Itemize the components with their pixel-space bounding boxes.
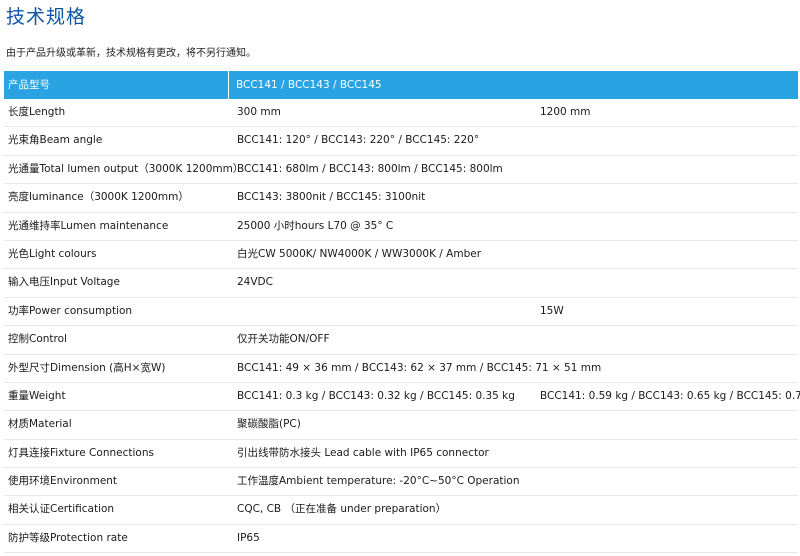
table-row: 控制Control 仅开关功能ON/OFF bbox=[4, 326, 798, 355]
table-row: 输入电压Input Voltage 24VDC bbox=[4, 269, 798, 298]
table-row: 重量Weight BCC141: 0.3 kg / BCC143: 0.32 kg… bbox=[4, 383, 800, 412]
table-header-row: 产品型号 BCC141 / BCC143 / BCC145 bbox=[4, 71, 798, 99]
spec-value: 25000 小时hours L70 @ 35° C bbox=[237, 219, 394, 232]
spec-value-long: 15W bbox=[540, 304, 564, 317]
spec-label: 材质Material bbox=[8, 418, 72, 431]
table-row: 功率Power consumption 15W bbox=[4, 298, 798, 327]
table-row: 相关认证Certification CQC, CB （正在准备 under pre… bbox=[4, 496, 798, 525]
table-row: 材质Material 聚碳酸脂(PC) bbox=[4, 411, 798, 440]
spec-table: 产品型号 BCC141 / BCC143 / BCC145 长度Length 30… bbox=[4, 71, 800, 554]
spec-value: 聚碳酸脂(PC) bbox=[237, 418, 301, 431]
table-row: 光通量Total lumen output（3000K 1200mm） BCC14… bbox=[4, 156, 798, 185]
table-row: 光束角Beam angle BCC141: 120° / BCC143: 220°… bbox=[4, 127, 798, 156]
table-body: 长度Length 300 mm 1200 mm 光束角Beam angle BCC141… bbox=[4, 99, 800, 554]
spec-label: 防护等级Protection rate bbox=[8, 531, 128, 544]
spec-value: 引出线带防水接头 Lead cable with IP65 connector bbox=[237, 446, 489, 459]
page-title: 技术规格 bbox=[6, 6, 87, 28]
spec-change-notice: 由于产品升级或革新，技术规格有更改，将不另行通知。 bbox=[6, 48, 256, 59]
spec-label: 控制Control bbox=[8, 333, 67, 346]
spec-value-long: BCC141: 0.59 kg / BCC143: 0.65 kg / BCC1… bbox=[540, 389, 800, 402]
spec-label: 灯具连接Fixture Connections bbox=[8, 446, 154, 459]
header-label: 产品型号 bbox=[8, 79, 50, 91]
spec-value: BCC141: 120° / BCC143: 220° / BCC145: 22… bbox=[237, 134, 480, 147]
spec-label: 使用环境Environment bbox=[8, 475, 118, 488]
spec-label: 光通维持率Lumen maintenance bbox=[8, 219, 169, 232]
spec-label: 功率Power consumption bbox=[8, 304, 133, 317]
spec-value: 仅开关功能ON/OFF bbox=[237, 333, 330, 346]
header-divider bbox=[228, 71, 229, 99]
spec-value-long: 1200 mm bbox=[540, 106, 591, 118]
spec-value: BCC141: 0.3 kg / BCC143: 0.32 kg / BCC14… bbox=[237, 389, 515, 402]
spec-label: 重量Weight bbox=[8, 389, 66, 402]
table-row: 防护等级Protection rate IP65 bbox=[4, 525, 798, 554]
table-row: 亮度luminance（3000K 1200mm） BCC143: 3800nit… bbox=[4, 184, 798, 213]
spec-value: BCC141: 680lm / BCC143: 800lm / BCC145: … bbox=[237, 162, 503, 175]
spec-value: BCC143: 3800nit / BCC145: 3100nit bbox=[237, 191, 426, 204]
spec-label: 光通量Total lumen output（3000K 1200mm） bbox=[8, 162, 244, 175]
spec-value: 工作温度Ambient temperature: -20°C~50°C Oper… bbox=[237, 475, 520, 488]
table-row: 灯具连接Fixture Connections 引出线带防水接头 Lead cab… bbox=[4, 440, 798, 469]
spec-label: 外型尺寸Dimension (高H×宽W) bbox=[8, 361, 166, 374]
table-row: 光色Light colours 白光CW 5000K/ NW4000K / WW3… bbox=[4, 241, 798, 270]
table-row: 外型尺寸Dimension (高H×宽W) BCC141: 49 × 36 mm … bbox=[4, 355, 798, 383]
spec-label: 光束角Beam angle bbox=[8, 134, 103, 147]
spec-value: 300 mm bbox=[237, 106, 281, 118]
table-row: 使用环境Environment 工作温度Ambient temperature: … bbox=[4, 468, 798, 497]
spec-label: 亮度luminance（3000K 1200mm） bbox=[8, 191, 189, 204]
table-row: 光通维持率Lumen maintenance 25000 小时hours L70 … bbox=[4, 213, 798, 241]
spec-value: 白光CW 5000K/ NW4000K / WW3000K / Amber bbox=[237, 247, 482, 260]
header-models: BCC141 / BCC143 / BCC145 bbox=[236, 79, 382, 91]
spec-value: BCC141: 49 × 36 mm / BCC143: 62 × 37 mm … bbox=[237, 361, 602, 374]
spec-label: 长度Length bbox=[8, 106, 66, 118]
spec-value: 24VDC bbox=[237, 276, 273, 289]
spec-label: 相关认证Certification bbox=[8, 503, 115, 516]
spec-label: 输入电压Input Voltage bbox=[8, 276, 120, 289]
spec-value: CQC, CB （正在准备 under preparation） bbox=[237, 503, 447, 516]
spec-value: IP65 bbox=[237, 531, 260, 544]
spec-label: 光色Light colours bbox=[8, 247, 97, 260]
table-row: 长度Length 300 mm 1200 mm bbox=[4, 99, 798, 128]
